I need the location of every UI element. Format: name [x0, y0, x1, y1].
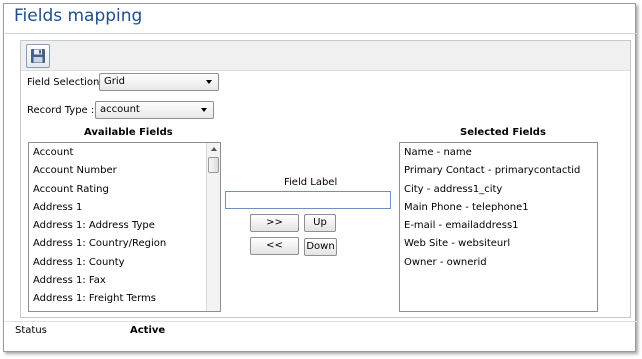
scrollbar-thumb[interactable] — [208, 157, 219, 173]
selected-fields-list[interactable]: Name - name Primary Contact - primarycont… — [399, 142, 598, 312]
status-divider — [5, 321, 637, 322]
selected-fields-header: Selected Fields — [460, 127, 546, 138]
record-type-dropdown[interactable]: account — [95, 101, 214, 119]
list-item[interactable]: City - address1_city — [400, 181, 597, 199]
field-label-caption: Field Label — [284, 177, 338, 188]
record-type-value: account — [100, 104, 140, 115]
field-selection-value: Grid — [104, 76, 125, 87]
add-field-button[interactable]: >> — [250, 214, 299, 232]
record-type-label: Record Type : — [27, 105, 95, 116]
remove-field-button[interactable]: << — [250, 237, 299, 255]
title-divider — [5, 33, 637, 34]
list-item[interactable]: Address 1: Fax — [29, 272, 220, 290]
move-down-button[interactable]: Down — [304, 238, 337, 256]
page-title: Fields mapping — [14, 6, 143, 26]
status-label: Status — [15, 325, 47, 336]
list-item[interactable]: Account Rating — [29, 181, 220, 199]
list-item[interactable]: Address 1: Freight Terms — [29, 290, 220, 308]
list-item[interactable]: Name - name — [400, 144, 597, 162]
floppy-disk-icon — [31, 49, 45, 63]
list-item[interactable]: Address 1 — [29, 199, 220, 217]
list-item[interactable]: Main Phone - telephone1 — [400, 199, 597, 217]
chevron-down-icon — [206, 80, 212, 84]
save-button[interactable] — [26, 44, 50, 68]
field-selection-dropdown[interactable]: Grid — [99, 73, 219, 91]
scrollbar[interactable] — [206, 143, 220, 311]
status-value: Active — [130, 325, 166, 336]
list-item[interactable]: Address 1: County — [29, 254, 220, 272]
field-selection-label: Field Selection: — [27, 77, 103, 88]
available-fields-list[interactable]: Account Account Number Account Rating Addre… — [28, 142, 221, 312]
list-item[interactable]: Address 1: Country/Region — [29, 235, 220, 253]
toolbar — [21, 41, 630, 71]
chevron-down-icon — [201, 108, 207, 112]
list-item[interactable]: Account — [29, 144, 220, 162]
move-up-button[interactable]: Up — [304, 214, 336, 232]
scroll-up-arrow-icon[interactable] — [211, 147, 217, 151]
available-fields-header: Available Fields — [84, 127, 173, 138]
list-item[interactable]: Primary Contact - primarycontactid — [400, 162, 597, 180]
list-item[interactable]: Web Site - websiteurl — [400, 235, 597, 253]
list-item[interactable]: Address 1: Address Type — [29, 217, 220, 235]
list-item[interactable]: Owner - ownerid — [400, 254, 597, 272]
field-label-input[interactable] — [225, 191, 391, 209]
list-item[interactable]: Account Number — [29, 162, 220, 180]
list-item[interactable]: E-mail - emailaddress1 — [400, 217, 597, 235]
